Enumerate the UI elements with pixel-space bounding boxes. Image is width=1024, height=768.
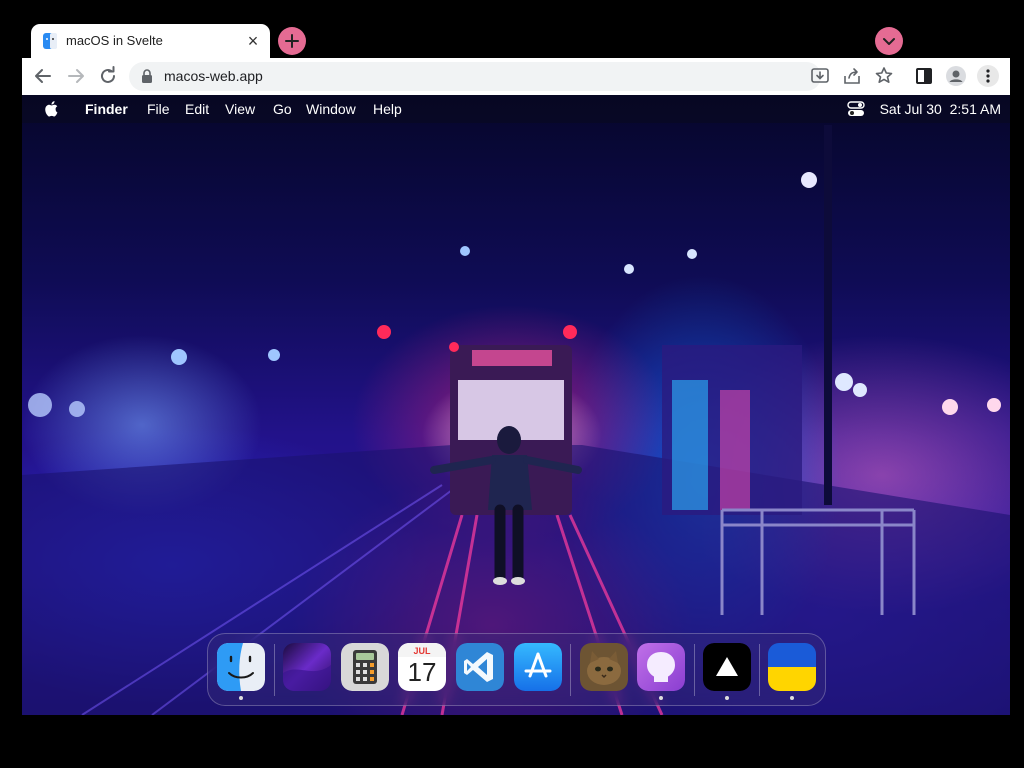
menu-file[interactable]: File bbox=[147, 101, 170, 117]
menu-window[interactable]: Window bbox=[306, 101, 356, 117]
tab-title: macOS in Svelte bbox=[66, 33, 163, 48]
night-street-wallpaper-image bbox=[22, 125, 1010, 715]
more-menu-icon[interactable] bbox=[976, 64, 1000, 88]
tab-close-icon[interactable]: × bbox=[244, 32, 262, 50]
dock-finder[interactable] bbox=[217, 643, 265, 691]
vscode-icon bbox=[456, 643, 504, 691]
dock-purrfect[interactable] bbox=[580, 643, 628, 691]
share-icon[interactable] bbox=[840, 64, 864, 88]
dock-vercel[interactable] bbox=[703, 643, 751, 691]
dock-separator bbox=[759, 644, 760, 696]
calculator-icon bbox=[341, 643, 389, 691]
finder-icon bbox=[217, 643, 265, 691]
dock-calculator[interactable] bbox=[341, 643, 389, 691]
ukraine-flag-icon bbox=[768, 643, 816, 691]
chevron-down-icon bbox=[883, 38, 895, 45]
dock-separator bbox=[694, 644, 695, 696]
dock-separator bbox=[274, 644, 275, 696]
menu-view[interactable]: View bbox=[225, 101, 255, 117]
back-arrow-icon[interactable] bbox=[31, 64, 55, 88]
url-text: macos-web.app bbox=[164, 68, 263, 84]
profile-avatar-icon[interactable] bbox=[944, 64, 968, 88]
menu-edit[interactable]: Edit bbox=[185, 101, 209, 117]
install-app-icon[interactable] bbox=[808, 64, 832, 88]
browser-tabstrip: macOS in Svelte × bbox=[0, 0, 1024, 58]
clock-time: 2:51 AM bbox=[949, 101, 1001, 117]
finder-favicon-icon bbox=[43, 33, 57, 49]
browser-tab[interactable]: macOS in Svelte × bbox=[31, 24, 270, 58]
menu-help[interactable]: Help bbox=[373, 101, 402, 117]
dock-calendar[interactable]: JUL 17 bbox=[398, 643, 446, 691]
github-icon bbox=[637, 643, 685, 691]
browser-toolbar: macos-web.app bbox=[22, 58, 1010, 96]
app-store-icon bbox=[514, 643, 562, 691]
tab-search-button[interactable] bbox=[875, 27, 903, 55]
purrfect-cat-icon bbox=[580, 643, 628, 691]
running-indicator bbox=[725, 696, 729, 700]
reload-icon[interactable] bbox=[96, 64, 120, 88]
new-tab-button[interactable] bbox=[278, 27, 306, 55]
clock-date: Sat Jul 30 bbox=[879, 101, 942, 117]
vercel-icon bbox=[703, 643, 751, 691]
apple-logo-icon[interactable] bbox=[44, 100, 58, 117]
dock-wallpapers[interactable] bbox=[283, 643, 331, 691]
running-indicator bbox=[239, 696, 243, 700]
running-indicator bbox=[790, 696, 794, 700]
menu-go[interactable]: Go bbox=[273, 101, 292, 117]
calendar-month: JUL bbox=[413, 646, 431, 656]
address-bar[interactable]: macos-web.app bbox=[129, 62, 821, 91]
dock-vscode[interactable] bbox=[456, 643, 504, 691]
dock: JUL 17 bbox=[207, 633, 826, 706]
menu-app-name[interactable]: Finder bbox=[85, 101, 128, 117]
bookmark-star-icon[interactable] bbox=[872, 64, 896, 88]
control-center-icon[interactable] bbox=[847, 101, 865, 117]
lock-icon[interactable] bbox=[141, 69, 153, 83]
desktop-wallpaper bbox=[22, 95, 1010, 715]
plus-icon bbox=[285, 34, 299, 48]
dock-separator bbox=[570, 644, 571, 696]
dock-github[interactable] bbox=[637, 643, 685, 691]
calendar-day: 17 bbox=[407, 657, 437, 687]
menubar-clock[interactable]: Sat Jul 30 2:51 AM bbox=[880, 101, 1001, 117]
running-indicator bbox=[659, 696, 663, 700]
dock-app-store[interactable] bbox=[514, 643, 562, 691]
dock-ukraine[interactable] bbox=[768, 643, 816, 691]
wallpapers-icon bbox=[283, 643, 331, 691]
side-panel-icon[interactable] bbox=[912, 64, 936, 88]
macos-menubar: Finder File Edit View Go Window Help Sat… bbox=[22, 95, 1010, 123]
forward-arrow-icon[interactable] bbox=[64, 64, 88, 88]
